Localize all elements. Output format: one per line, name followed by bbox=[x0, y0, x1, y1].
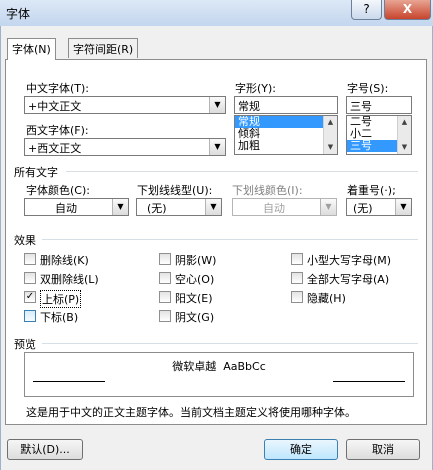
emphasis-mark-combo[interactable]: (无) ▼ bbox=[346, 198, 412, 216]
chevron-down-icon[interactable]: ▼ bbox=[112, 199, 128, 215]
title-bar: 字体 ? X bbox=[0, 0, 433, 26]
underline-color-label: 下划线颜色(I): bbox=[232, 184, 303, 197]
ok-button[interactable]: 确定 bbox=[264, 439, 338, 460]
checkbox-box[interactable] bbox=[159, 310, 171, 322]
double-strikethrough-label: 双删除线(L) bbox=[40, 273, 99, 286]
help-button[interactable]: ? bbox=[351, 0, 382, 20]
preview-sample-text: 微软卓越 AaBbCc bbox=[172, 360, 266, 373]
tab-font[interactable]: 字体(N) bbox=[7, 38, 56, 60]
font-style-list[interactable]: 常规 倾斜 加粗 ▲ ▼ bbox=[234, 115, 338, 155]
chevron-down-icon[interactable]: ▼ bbox=[209, 139, 225, 155]
font-dialog: 字体(N) 字符间距(R) 中文字体(T): +中文正文 ▼ 西文字体(F): … bbox=[0, 26, 433, 470]
chevron-up-icon[interactable]: ▲ bbox=[398, 116, 411, 129]
effects-heading: 效果 bbox=[14, 234, 36, 247]
chinese-font-value: +中文正文 bbox=[28, 100, 82, 113]
checkbox-box[interactable] bbox=[291, 272, 303, 284]
chevron-down-icon[interactable]: ▼ bbox=[209, 97, 225, 113]
checkbox-box[interactable] bbox=[24, 310, 36, 322]
cancel-button[interactable]: 取消 bbox=[346, 439, 420, 460]
underline-style-label: 下划线线型(U): bbox=[137, 184, 213, 197]
preview-heading: 预览 bbox=[14, 338, 36, 351]
strikethrough-label: 删除线(K) bbox=[40, 254, 89, 267]
font-style-scrollbar[interactable]: ▲ ▼ bbox=[323, 116, 337, 154]
font-size-input[interactable]: 三号 bbox=[346, 96, 412, 114]
checkbox-box[interactable] bbox=[159, 291, 171, 303]
checkbox-box[interactable] bbox=[24, 272, 36, 284]
font-color-value: 自动 bbox=[55, 202, 77, 215]
shadow-label: 阴影(W) bbox=[175, 254, 217, 267]
emphasis-mark-value: (无) bbox=[353, 202, 373, 215]
outline-label: 空心(O) bbox=[175, 273, 215, 286]
chevron-down-icon[interactable]: ▼ bbox=[324, 141, 337, 154]
font-style-label: 字形(Y): bbox=[235, 82, 277, 95]
preview-baseline-right bbox=[333, 381, 405, 382]
preview-box: 微软卓越 AaBbCc bbox=[24, 352, 414, 397]
underline-color-value: 自动 bbox=[263, 202, 285, 215]
western-font-combo[interactable]: +西文正文 ▼ bbox=[24, 138, 226, 156]
checkbox-box[interactable] bbox=[291, 291, 303, 303]
window-title: 字体 bbox=[6, 7, 31, 21]
font-style-option-bold[interactable]: 加粗 bbox=[235, 140, 337, 152]
checkbox-box[interactable] bbox=[159, 272, 171, 284]
small-caps-label: 小型大写字母(M) bbox=[307, 254, 392, 267]
emphasis-mark-label: 着重号(·); bbox=[347, 184, 396, 197]
divider bbox=[42, 343, 418, 344]
divider bbox=[66, 171, 418, 172]
font-color-label: 字体颜色(C): bbox=[26, 184, 90, 197]
set-default-button[interactable]: 默认(D)... bbox=[7, 439, 83, 460]
checkbox-box[interactable] bbox=[159, 253, 171, 265]
font-size-scrollbar[interactable]: ▲ ▼ bbox=[397, 116, 411, 154]
chevron-down-icon[interactable]: ▼ bbox=[320, 199, 336, 215]
emboss-label: 阳文(E) bbox=[175, 292, 213, 305]
chevron-down-icon[interactable]: ▼ bbox=[395, 199, 411, 215]
hidden-label: 隐藏(H) bbox=[307, 292, 346, 305]
font-style-input[interactable]: 常规 bbox=[234, 96, 338, 114]
chevron-up-icon[interactable]: ▲ bbox=[324, 116, 337, 129]
font-color-combo[interactable]: 自动 ▼ bbox=[24, 198, 129, 216]
checkbox-box[interactable] bbox=[24, 253, 36, 265]
font-tab-panel: 中文字体(T): +中文正文 ▼ 西文字体(F): +西文正文 ▼ 字形(Y):… bbox=[5, 59, 427, 425]
underline-style-combo[interactable]: (无) ▼ bbox=[136, 198, 222, 216]
preview-description: 这是用于中文的正文主题字体。当前文档主题定义将使用哪种字体。 bbox=[26, 406, 356, 419]
engrave-label: 阴文(G) bbox=[175, 311, 215, 324]
font-size-label: 字号(S): bbox=[347, 82, 389, 95]
font-size-value: 三号 bbox=[350, 100, 372, 113]
divider bbox=[42, 239, 418, 240]
subscript-label: 下标(B) bbox=[40, 311, 79, 324]
western-font-label: 西文字体(F): bbox=[26, 124, 89, 137]
superscript-label: 上标(P) bbox=[40, 290, 82, 308]
western-font-value: +西文正文 bbox=[28, 142, 82, 155]
font-size-list[interactable]: 二号 小二 三号 ▲ ▼ bbox=[346, 115, 412, 155]
tab-character-spacing[interactable]: 字符间距(R) bbox=[68, 38, 139, 58]
all-text-heading: 所有文字 bbox=[14, 166, 58, 179]
close-button[interactable]: X bbox=[384, 0, 431, 20]
checkmark-icon[interactable]: ✓ bbox=[24, 291, 36, 303]
chevron-down-icon[interactable]: ▼ bbox=[398, 141, 411, 154]
font-style-value: 常规 bbox=[238, 100, 260, 113]
underline-style-value: (无) bbox=[147, 202, 167, 215]
chevron-down-icon[interactable]: ▼ bbox=[205, 199, 221, 215]
checkbox-box[interactable] bbox=[291, 253, 303, 265]
chinese-font-label: 中文字体(T): bbox=[26, 82, 90, 95]
preview-baseline-left bbox=[33, 381, 105, 382]
chinese-font-combo[interactable]: +中文正文 ▼ bbox=[24, 96, 226, 114]
underline-color-combo[interactable]: 自动 ▼ bbox=[232, 198, 337, 216]
all-caps-label: 全部大写字母(A) bbox=[307, 273, 390, 286]
